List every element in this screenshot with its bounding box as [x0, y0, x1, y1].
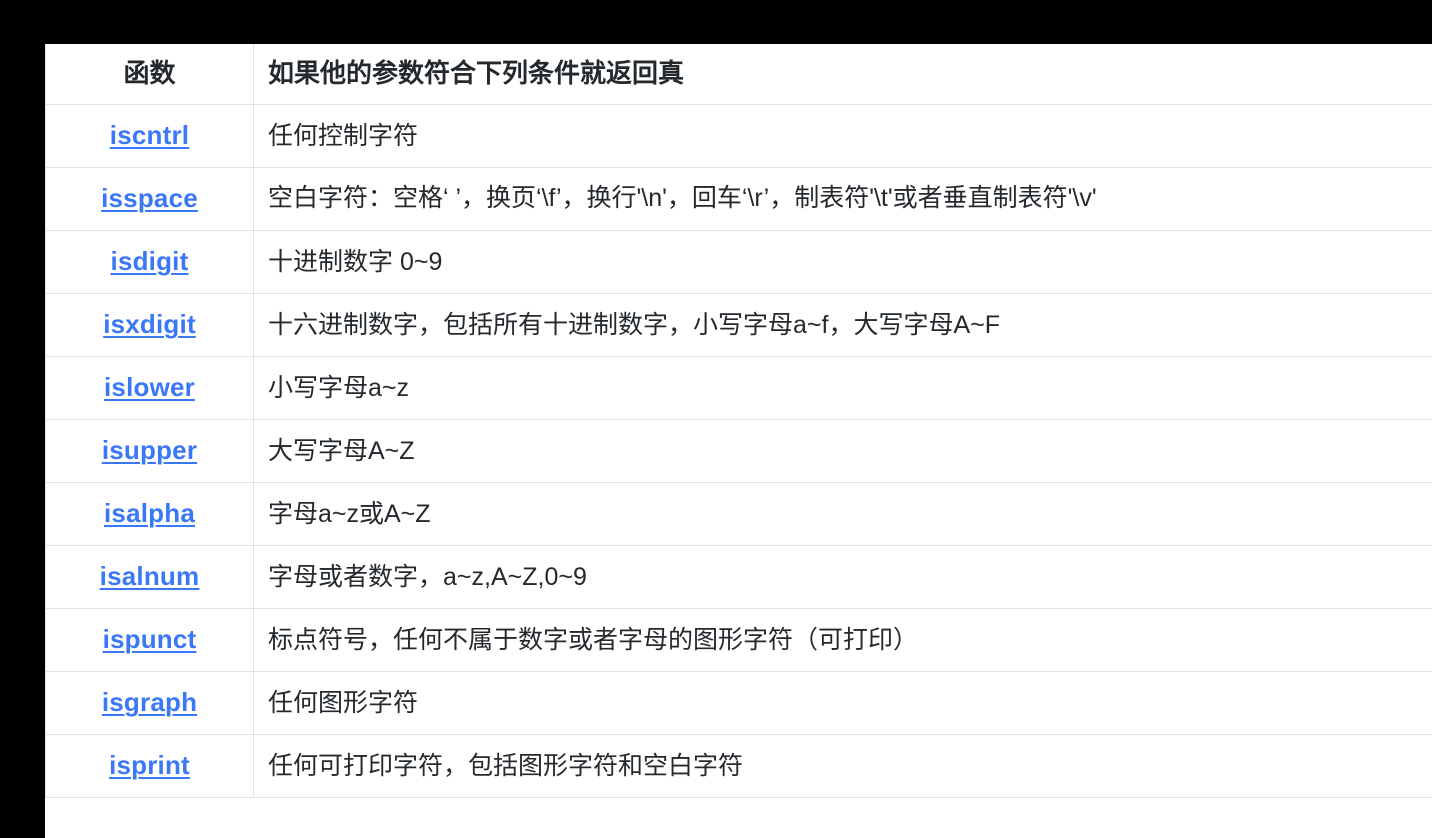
table-row: isdigit 十进制数字 0~9	[45, 230, 1432, 294]
function-name-cell: isalnum	[45, 545, 254, 609]
description-cell: 任何可打印字符，包括图形字符和空白字符	[253, 734, 1432, 798]
table-header-row: 函数 如果他的参数符合下列条件就返回真	[45, 44, 1432, 105]
function-link-iscntrl[interactable]: iscntrl	[110, 120, 189, 150]
table-row: isalnum 字母或者数字，a~z,A~Z,0~9	[45, 545, 1432, 609]
description-cell: 字母或者数字，a~z,A~Z,0~9	[253, 545, 1432, 609]
table-row: isxdigit 十六进制数字，包括所有十进制数字，小写字母a~f，大写字母A~F	[45, 293, 1432, 357]
function-name-cell: isspace	[45, 167, 254, 231]
table-row: ispunct 标点符号，任何不属于数字或者字母的图形字符（可打印）	[45, 608, 1432, 672]
function-name-cell: isalpha	[45, 482, 254, 546]
column-header-function: 函数	[45, 44, 254, 105]
column-header-description: 如果他的参数符合下列条件就返回真	[253, 44, 1432, 105]
table-body: iscntrl 任何控制字符 isspace 空白字符：空格‘ ’，换页‘\f’，换行…	[45, 104, 1432, 798]
function-link-isalnum[interactable]: isalnum	[100, 561, 200, 591]
function-name-cell: isupper	[45, 419, 254, 483]
description-cell: 任何控制字符	[253, 104, 1432, 168]
description-cell: 任何图形字符	[253, 671, 1432, 735]
table-row: isspace 空白字符：空格‘ ’，换页‘\f’，换行'\n'，回车‘\r’，制…	[45, 167, 1432, 231]
function-link-ispunct[interactable]: ispunct	[103, 624, 197, 654]
description-cell: 标点符号，任何不属于数字或者字母的图形字符（可打印）	[253, 608, 1432, 672]
function-name-cell: isdigit	[45, 230, 254, 294]
table-row: islower 小写字母a~z	[45, 356, 1432, 420]
table-row: isprint 任何可打印字符，包括图形字符和空白字符	[45, 734, 1432, 798]
function-name-cell: islower	[45, 356, 254, 420]
description-cell: 字母a~z或A~Z	[253, 482, 1432, 546]
function-link-isxdigit[interactable]: isxdigit	[103, 309, 196, 339]
function-name-cell: ispunct	[45, 608, 254, 672]
table-row: isalpha 字母a~z或A~Z	[45, 482, 1432, 546]
description-cell: 十进制数字 0~9	[253, 230, 1432, 294]
function-name-cell: isxdigit	[45, 293, 254, 357]
function-link-islower[interactable]: islower	[104, 372, 195, 402]
description-cell: 小写字母a~z	[253, 356, 1432, 420]
description-cell: 空白字符：空格‘ ’，换页‘\f’，换行'\n'，回车‘\r’，制表符'\t'或…	[253, 167, 1432, 231]
function-name-cell: isgraph	[45, 671, 254, 735]
table-row: isgraph 任何图形字符	[45, 671, 1432, 735]
function-link-isprint[interactable]: isprint	[109, 750, 190, 780]
table-row: iscntrl 任何控制字符	[45, 104, 1432, 168]
table-panel: 函数 如果他的参数符合下列条件就返回真 iscntrl 任何控制字符 isspace…	[45, 44, 1432, 838]
function-link-isspace[interactable]: isspace	[101, 183, 198, 213]
table-row: isupper 大写字母A~Z	[45, 419, 1432, 483]
description-cell: 十六进制数字，包括所有十进制数字，小写字母a~f，大写字母A~F	[253, 293, 1432, 357]
function-name-cell: iscntrl	[45, 104, 254, 168]
function-link-isgraph[interactable]: isgraph	[102, 687, 197, 717]
function-link-isalpha[interactable]: isalpha	[104, 498, 195, 528]
function-link-isupper[interactable]: isupper	[102, 435, 197, 465]
description-cell: 大写字母A~Z	[253, 419, 1432, 483]
function-link-isdigit[interactable]: isdigit	[111, 246, 189, 276]
function-name-cell: isprint	[45, 734, 254, 798]
table-header: 函数 如果他的参数符合下列条件就返回真	[45, 44, 1432, 105]
ctype-function-table: 函数 如果他的参数符合下列条件就返回真 iscntrl 任何控制字符 isspace…	[45, 44, 1432, 798]
